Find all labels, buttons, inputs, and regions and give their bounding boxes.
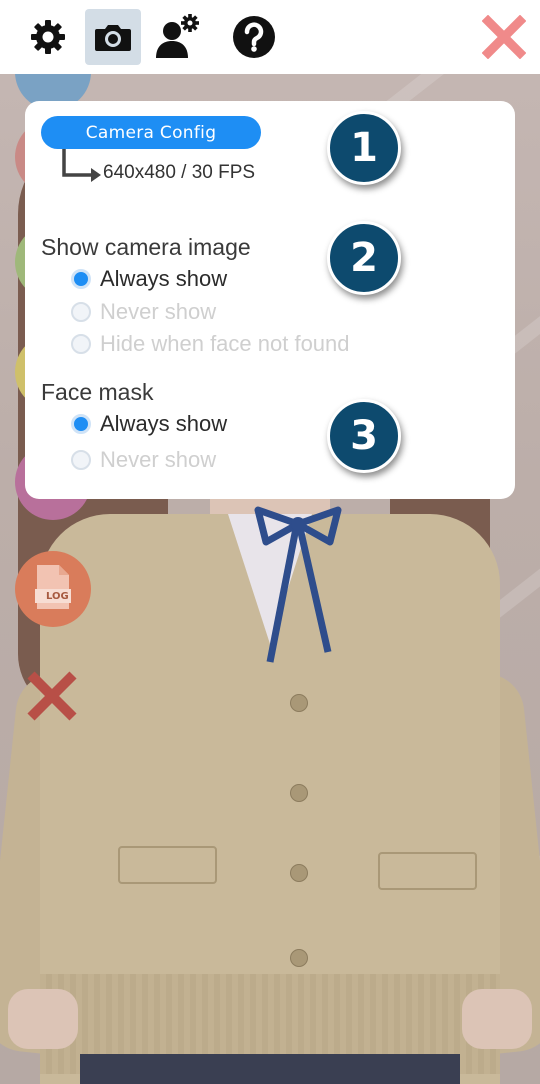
- character-ribbon: [254, 506, 342, 663]
- radio-hide-when-face-not-found[interactable]: Hide when face not found: [71, 331, 350, 357]
- radio-unselected-icon: [71, 302, 91, 322]
- radio-unselected-icon: [71, 450, 91, 470]
- camera-button[interactable]: [85, 9, 141, 65]
- top-toolbar: [0, 0, 540, 74]
- character-skirt: [80, 1054, 460, 1084]
- gear-icon: [28, 17, 68, 57]
- settings-button[interactable]: [20, 9, 76, 65]
- user-settings-icon: [150, 12, 206, 62]
- close-button[interactable]: [476, 9, 532, 65]
- help-icon: [232, 15, 276, 59]
- option-label: Hide when face not found: [100, 331, 350, 356]
- log-file-icon: [33, 563, 73, 615]
- close-icon[interactable]: [25, 669, 79, 727]
- help-button[interactable]: [226, 9, 282, 65]
- step-badge-3: 3: [327, 399, 401, 473]
- log-button-label: LOG: [46, 591, 69, 602]
- show-camera-image-title: Show camera image: [41, 234, 251, 260]
- face-mask-title: Face mask: [41, 379, 154, 405]
- camera-icon: [93, 17, 133, 57]
- step-badge-2: 2: [327, 221, 401, 295]
- camera-config-value: 640x480 / 30 FPS: [103, 162, 256, 183]
- user-settings-button[interactable]: [150, 9, 206, 65]
- radio-selected-icon: [71, 269, 91, 289]
- radio-always-show-camera[interactable]: Always show: [71, 266, 227, 292]
- camera-settings-panel: Camera Config 640x480 / 30 FPS 1 Show ca…: [25, 101, 515, 499]
- radio-unselected-icon: [71, 334, 91, 354]
- camera-config-button[interactable]: Camera Config: [41, 116, 261, 149]
- close-icon: [482, 15, 526, 59]
- step-badge-1: 1: [327, 111, 401, 185]
- radio-never-show-mask[interactable]: Never show: [71, 447, 216, 473]
- log-button[interactable]: LOG: [15, 551, 91, 627]
- radio-always-show-mask[interactable]: Always show: [71, 411, 227, 437]
- option-label: Always show: [100, 411, 228, 436]
- radio-selected-icon: [71, 414, 91, 434]
- option-label: Never show: [100, 447, 217, 472]
- radio-never-show-camera[interactable]: Never show: [71, 299, 216, 325]
- option-label: Never show: [100, 299, 217, 324]
- arrow-icon: [61, 149, 105, 187]
- option-label: Always show: [100, 266, 228, 291]
